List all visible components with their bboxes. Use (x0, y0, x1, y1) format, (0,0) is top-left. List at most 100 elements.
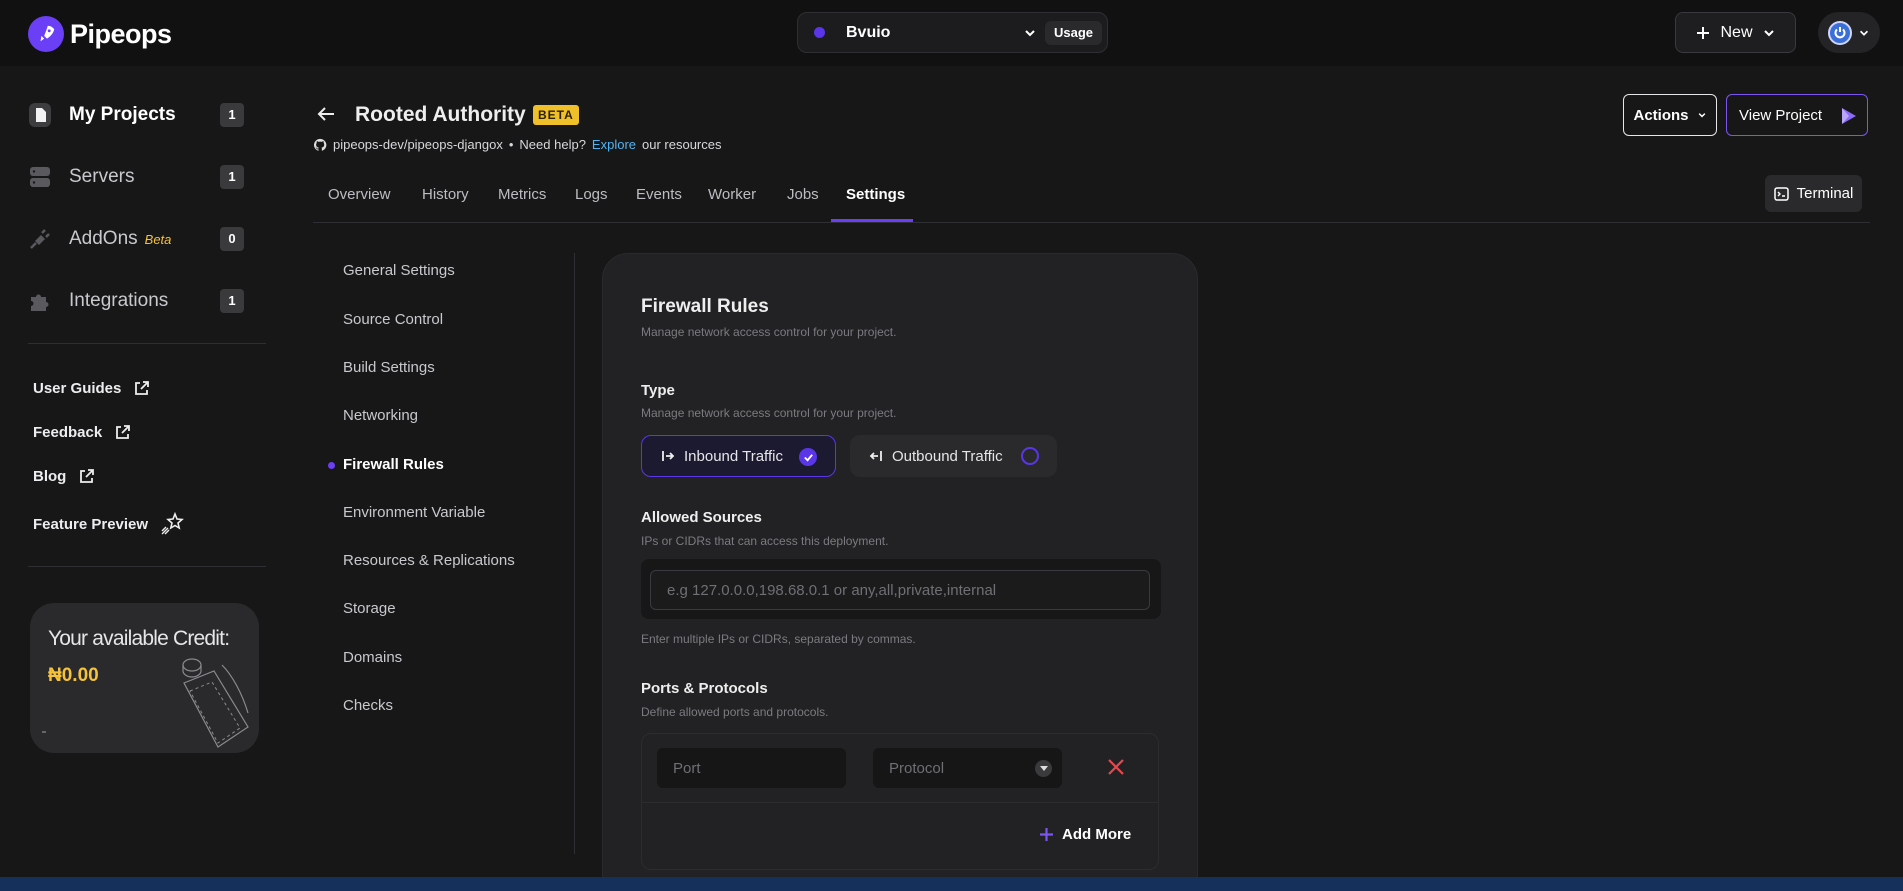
sidebar-item-my-projects[interactable]: My Projects 1 (28, 98, 248, 132)
add-more-button[interactable]: Add More (1039, 826, 1131, 843)
taskbar-strip (0, 877, 1903, 891)
external-link-icon (78, 468, 95, 485)
project-switcher[interactable]: Bvuio Usage (797, 12, 1108, 53)
actions-label: Actions (1633, 106, 1689, 124)
ports-desc: Define allowed ports and protocols. (641, 705, 829, 719)
firewall-title: Firewall Rules (641, 296, 769, 317)
new-button-label: New (1720, 23, 1753, 41)
repo-info: pipeops-dev/pipeops-djangox • Need help?… (313, 137, 721, 152)
project-status-dot (814, 27, 825, 38)
settings-nav-general[interactable]: General Settings (343, 262, 455, 279)
protocol-select-value: Protocol (889, 759, 945, 777)
blog-link[interactable]: Blog (33, 468, 95, 485)
tab-settings[interactable]: Settings (846, 186, 905, 203)
tab-events[interactable]: Events (636, 186, 682, 203)
outbound-traffic-option[interactable]: Outbound Traffic (850, 435, 1057, 477)
external-link-icon (133, 380, 150, 397)
sidebar-count-badge: 1 (220, 165, 244, 189)
explore-link[interactable]: Explore (592, 137, 636, 152)
sidebar-item-label: Integrations (69, 290, 169, 311)
ports-divider (642, 802, 1158, 803)
allowed-sources-wrapper (641, 559, 1161, 619)
plus-icon (1039, 827, 1054, 842)
project-switcher-name: Bvuio (846, 23, 891, 41)
settings-nav-resources[interactable]: Resources & Replications (343, 552, 515, 569)
link-label: Blog (33, 468, 67, 485)
port-input[interactable] (657, 748, 846, 788)
sidebar-item-label: AddOns (69, 228, 138, 249)
settings-nav-environment-variable[interactable]: Environment Variable (343, 504, 485, 521)
usage-button[interactable]: Usage (1045, 21, 1103, 45)
settings-nav-storage[interactable]: Storage (343, 600, 396, 617)
chevron-down-icon[interactable] (1023, 26, 1037, 40)
settings-divider (574, 253, 575, 854)
sparkle-star-icon (160, 512, 184, 536)
puzzle-icon (28, 289, 52, 313)
rocket-logo-icon (28, 16, 64, 52)
chevron-down-icon (1697, 110, 1707, 120)
allowed-sources-title: Allowed Sources (641, 509, 762, 526)
view-project-label: View Project (1739, 106, 1823, 124)
settings-nav-firewall-rules[interactable]: Firewall Rules (343, 456, 444, 473)
outbound-icon (869, 449, 883, 463)
radio-unselected-icon (1021, 447, 1039, 465)
allowed-sources-input[interactable] (650, 570, 1150, 610)
file-icon (28, 103, 52, 127)
outbound-label: Outbound Traffic (892, 447, 1003, 465)
ports-protocols-box: Protocol Add More (641, 733, 1159, 870)
add-more-label: Add More (1062, 826, 1132, 843)
sidebar-item-servers[interactable]: Servers 1 (28, 160, 248, 194)
pipeops-logo[interactable]: Pipeops (28, 16, 172, 52)
user-menu-button[interactable] (1818, 12, 1880, 53)
credit-amount: ₦0.00 (48, 665, 99, 686)
tab-bar: Overview History Metrics Logs Events Wor… (313, 176, 1870, 223)
type-title: Type (641, 382, 675, 399)
tab-worker[interactable]: Worker (708, 186, 756, 203)
tab-history[interactable]: History (422, 186, 469, 203)
decor-dot (42, 731, 46, 733)
terminal-icon (1773, 186, 1789, 201)
sidebar-divider (28, 343, 266, 344)
repo-link[interactable]: pipeops-dev/pipeops-djangox (333, 137, 503, 152)
sidebar-item-label: Servers (69, 166, 135, 187)
help-suffix: our resources (642, 137, 722, 152)
top-bar: Pipeops Bvuio Usage New (0, 0, 1903, 66)
sidebar-count-badge: 1 (220, 103, 244, 127)
plus-icon (1695, 25, 1711, 41)
actions-button[interactable]: Actions (1623, 94, 1717, 136)
external-link-icon (114, 424, 131, 441)
tab-metrics[interactable]: Metrics (498, 186, 546, 203)
beta-tag: Beta (144, 231, 172, 247)
settings-nav-build[interactable]: Build Settings (343, 359, 435, 376)
settings-nav-source-control[interactable]: Source Control (343, 311, 443, 328)
tab-logs[interactable]: Logs (575, 186, 608, 203)
sidebar-item-integrations[interactable]: Integrations 1 (28, 284, 248, 318)
allowed-sources-desc: IPs or CIDRs that can access this deploy… (641, 534, 889, 548)
credit-title: Your available Credit: (48, 627, 230, 650)
github-icon (313, 138, 327, 152)
feedback-link[interactable]: Feedback (33, 424, 131, 441)
terminal-label: Terminal (1796, 185, 1854, 202)
tab-jobs[interactable]: Jobs (787, 186, 819, 203)
settings-nav-domains[interactable]: Domains (343, 649, 402, 666)
avatar (1828, 20, 1852, 45)
sidebar-count-badge: 1 (220, 289, 244, 313)
type-desc: Manage network access control for your p… (641, 406, 897, 420)
back-arrow-icon[interactable] (316, 104, 336, 124)
inbound-icon (661, 449, 675, 463)
new-button[interactable]: New (1675, 12, 1796, 53)
play-icon (1839, 107, 1857, 125)
terminal-button[interactable]: Terminal (1765, 175, 1862, 212)
view-project-button[interactable]: View Project (1726, 94, 1868, 136)
settings-nav-checks[interactable]: Checks (343, 697, 393, 714)
remove-row-x-icon[interactable] (1107, 758, 1125, 776)
inbound-traffic-option[interactable]: Inbound Traffic (641, 435, 836, 477)
user-guides-link[interactable]: User Guides (33, 380, 150, 397)
tab-overview[interactable]: Overview (328, 186, 391, 203)
feature-preview-link[interactable]: Feature Preview (33, 512, 184, 536)
sidebar-item-addons[interactable]: AddOns Beta 0 (28, 222, 248, 256)
page-title: Rooted Authority (355, 103, 526, 126)
link-label: User Guides (33, 380, 122, 397)
settings-nav-networking[interactable]: Networking (343, 407, 418, 424)
protocol-select[interactable]: Protocol (873, 748, 1062, 788)
